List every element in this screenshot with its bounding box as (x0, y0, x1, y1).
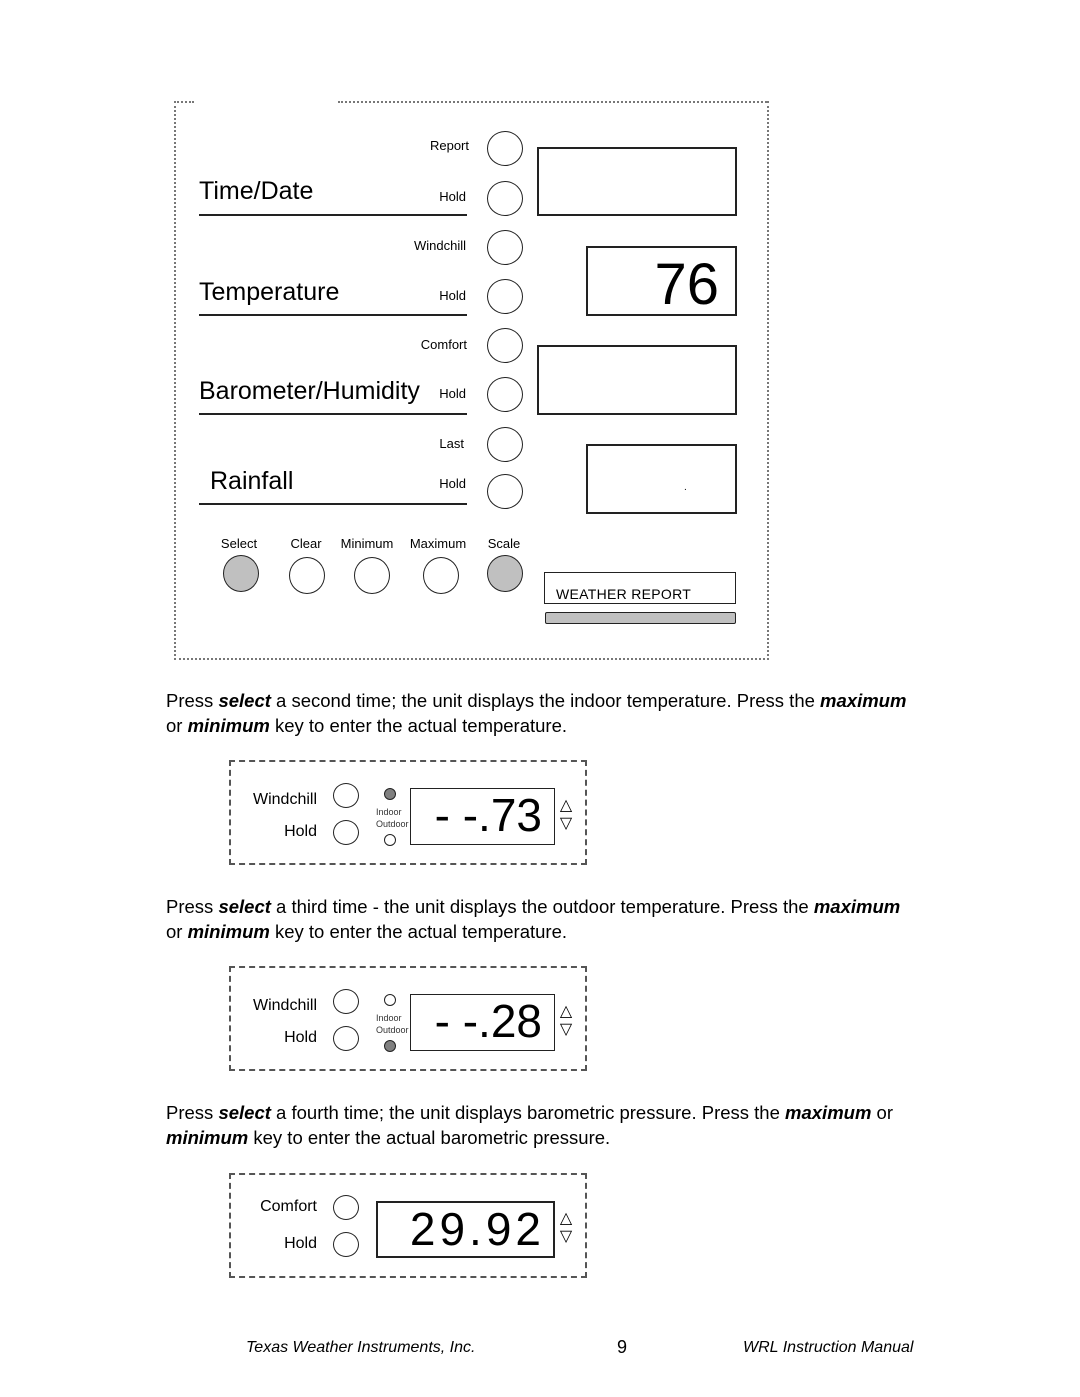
scale-label: Scale (487, 536, 521, 551)
last-button[interactable] (487, 427, 523, 462)
hold-label: Hold (284, 823, 317, 840)
barometer-hold-button[interactable] (487, 377, 523, 412)
page-number: 9 (617, 1337, 628, 1357)
hold-button[interactable] (333, 1232, 359, 1257)
windchill-label: Windchill (252, 997, 317, 1014)
windchill-button[interactable] (333, 989, 359, 1014)
section-divider (199, 413, 467, 415)
indoor-label: Indoor (376, 1013, 402, 1023)
barometer-humidity-display (537, 345, 737, 415)
instruction-paragraph-1: Press select a second time; the unit dis… (166, 690, 907, 736)
section-title-temperature: Temperature (199, 278, 340, 306)
clear-label: Clear (290, 536, 322, 551)
value-display: 29.92 (376, 1201, 555, 1258)
select-label: Select (220, 536, 258, 551)
indoor-indicator-led (384, 788, 396, 800)
instruction-paragraph-2: Press select a third time - the unit dis… (166, 896, 901, 942)
hold-label: Hold (284, 1029, 317, 1046)
minimum-label: Minimum (340, 536, 394, 551)
down-arrow-icon[interactable]: ▽ (558, 816, 574, 832)
windchill-button[interactable] (487, 230, 523, 265)
indoor-label: Indoor (376, 807, 402, 817)
keyword-select: select (218, 690, 271, 711)
last-label: Last (439, 436, 464, 451)
report-button[interactable] (487, 131, 523, 166)
up-arrow-icon[interactable]: △ (558, 1004, 574, 1020)
time-date-display (537, 147, 737, 216)
section-divider (199, 503, 467, 505)
down-arrow-icon[interactable]: ▽ (558, 1022, 574, 1038)
comfort-label: Comfort (420, 337, 467, 352)
comfort-button[interactable] (487, 328, 523, 363)
windchill-label: Windchill (252, 791, 317, 808)
up-arrow-icon[interactable]: △ (558, 798, 574, 814)
footer-manual-title: WRL Instruction Manual (743, 1339, 914, 1356)
section-title-barometer-humidity: Barometer/Humidity (199, 377, 420, 405)
hold-label: Hold (284, 1235, 317, 1252)
windchill-label: Windchill (413, 238, 466, 253)
temperature-display: 76 (586, 246, 737, 316)
display-value: - -.28 (434, 995, 542, 1047)
indoor-temperature-panel: Windchill Hold Indoor Outdoor - -.73 △ ▽ (229, 760, 587, 865)
down-arrow-icon[interactable]: ▽ (558, 1229, 574, 1245)
clear-button[interactable] (289, 557, 325, 594)
weather-report-strip (545, 612, 736, 624)
report-label: Report (429, 138, 469, 153)
outdoor-indicator-led (384, 1040, 396, 1052)
temperature-hold-button[interactable] (487, 279, 523, 314)
comfort-label: Comfort (260, 1198, 317, 1215)
keyword-select: select (218, 896, 271, 917)
keyword-minimum: minimum (187, 715, 270, 736)
maximum-label: Maximum (409, 536, 467, 551)
barometer-hold-label: Hold (439, 386, 466, 401)
barometric-pressure-panel: Comfort Hold 29.92 △ ▽ (229, 1173, 587, 1278)
comfort-button[interactable] (333, 1195, 359, 1220)
footer-company: Texas Weather Instruments, Inc. (246, 1339, 476, 1356)
indoor-indicator-led (384, 994, 396, 1006)
hold-button[interactable] (333, 1026, 359, 1051)
display-value: - -.73 (434, 789, 542, 841)
keyword-minimum: minimum (187, 921, 270, 942)
value-display: - -.28 (410, 994, 555, 1051)
keyword-minimum: minimum (166, 1127, 249, 1148)
outdoor-label: Outdoor (376, 819, 409, 829)
hold-button[interactable] (333, 820, 359, 845)
keyword-maximum: maximum (785, 1102, 872, 1123)
windchill-button[interactable] (333, 783, 359, 808)
outdoor-label: Outdoor (376, 1025, 409, 1035)
weather-report-label-box: WEATHER REPORT (544, 572, 736, 604)
maximum-button[interactable] (423, 557, 459, 594)
display-value: 29.92 (409, 1203, 545, 1255)
temperature-hold-label: Hold (439, 288, 466, 303)
outdoor-temperature-panel: Windchill Hold Indoor Outdoor - -.28 △ ▽ (229, 966, 587, 1071)
keyword-maximum: maximum (813, 896, 901, 917)
section-divider (199, 214, 467, 216)
rainfall-display: . (586, 444, 737, 514)
time-date-hold-button[interactable] (487, 181, 523, 216)
outdoor-indicator-led (384, 834, 396, 846)
rainfall-hold-button[interactable] (487, 474, 523, 509)
keyword-maximum: maximum (820, 690, 907, 711)
rainfall-hold-label: Hold (439, 476, 466, 491)
keyword-select: select (218, 1102, 271, 1123)
section-title-time-date: Time/Date (199, 177, 314, 205)
scale-button[interactable] (487, 555, 523, 592)
value-display: - -.73 (410, 788, 555, 845)
up-arrow-icon[interactable]: △ (558, 1211, 574, 1227)
minimum-button[interactable] (354, 557, 390, 594)
section-title-rainfall: Rainfall (210, 467, 294, 495)
weather-report-text: WEATHER REPORT (556, 586, 692, 602)
time-date-hold-label: Hold (439, 189, 466, 204)
section-divider (199, 314, 467, 316)
rainfall-value: . (684, 482, 687, 493)
instruction-paragraph-3: Press select a fourth time; the unit dis… (166, 1102, 893, 1148)
temperature-value: 76 (654, 252, 719, 317)
select-button[interactable] (223, 555, 259, 592)
